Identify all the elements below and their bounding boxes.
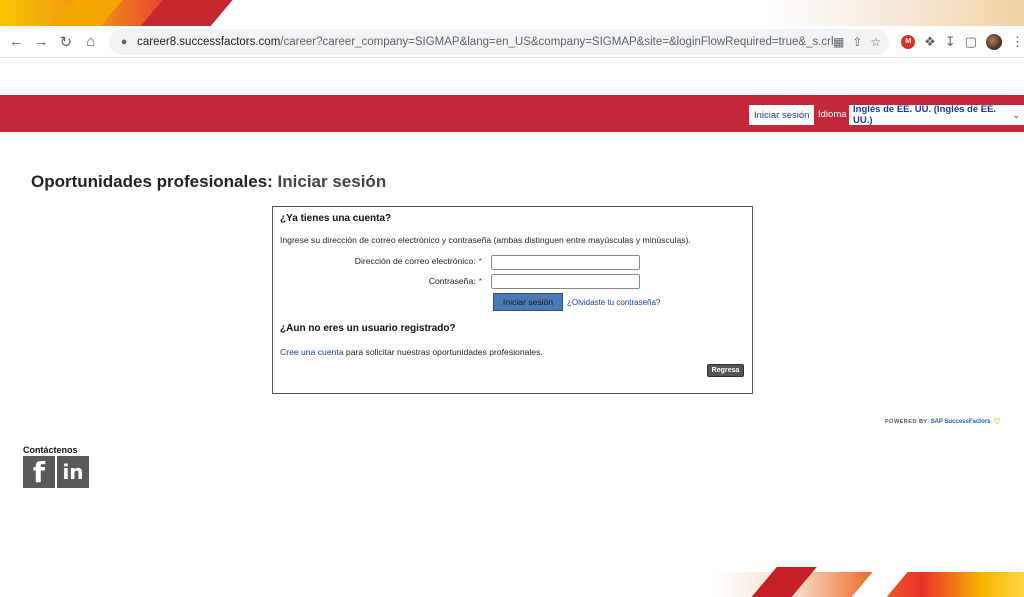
- required-mark: *: [478, 276, 482, 286]
- register-heading: ¿Aun no eres un usuario registrado?: [280, 323, 456, 334]
- extension-red-icon[interactable]: M: [901, 34, 916, 49]
- contact-label: Contáctenos: [23, 445, 78, 455]
- forgot-password-link[interactable]: ¿Olvidaste tu contraseña?: [567, 298, 660, 307]
- kebab-menu-icon[interactable]: ⋮: [1011, 34, 1024, 50]
- home-icon[interactable]: ⌂: [80, 31, 101, 53]
- page-title: Oportunidades profesionales: Iniciar ses…: [31, 172, 386, 192]
- download-icon[interactable]: ↧: [945, 34, 956, 50]
- email-label-text: Dirección de correo electrónico:: [354, 256, 476, 266]
- browser-toolbar: ← → ↻ ⌂ ● career8.successfactors.com/car…: [0, 26, 1024, 58]
- facebook-icon[interactable]: f: [23, 456, 55, 489]
- translate-icon[interactable]: ▦: [833, 35, 844, 49]
- page-title-sub: Iniciar sesión: [277, 172, 387, 191]
- decorative-swoosh: [843, 567, 912, 597]
- decorative-swoosh: [743, 567, 817, 597]
- sidepanel-icon[interactable]: ▢: [965, 34, 977, 50]
- signin-button[interactable]: Iniciar sesión: [493, 293, 563, 311]
- password-label-text: Contraseña:: [428, 276, 476, 286]
- successfactors-heart-icon: ♡: [993, 417, 1002, 426]
- back-arrow-icon[interactable]: ←: [6, 31, 27, 53]
- required-mark: *: [478, 256, 482, 266]
- register-text: para solicitar nuestras oportunidades pr…: [343, 347, 543, 357]
- password-label: Contraseña: *: [429, 276, 482, 286]
- email-label: Dirección de correo electrónico: *: [355, 256, 482, 266]
- page: ← → ↻ ⌂ ● career8.successfactors.com/car…: [0, 0, 1024, 597]
- lock-icon[interactable]: ●: [117, 35, 131, 49]
- create-account-link[interactable]: Cree una cuenta: [280, 347, 344, 357]
- page-title-main: Oportunidades profesionales:: [31, 172, 273, 191]
- address-bar[interactable]: ● career8.successfactors.com/career?care…: [109, 28, 890, 55]
- header-signin-link[interactable]: Iniciar sesión: [749, 105, 815, 125]
- email-field[interactable]: [491, 255, 640, 270]
- sap-successfactors-logo: SAP SuccessFactors: [930, 418, 991, 425]
- login-panel: ¿Ya tienes una cuenta? Ingrese su direcc…: [272, 206, 753, 394]
- forward-arrow-icon[interactable]: →: [31, 31, 52, 53]
- puzzle-icon[interactable]: ❖: [924, 34, 936, 50]
- language-select[interactable]: Inglés de EE. UU. (Inglés de EE. UU.) ⌄: [849, 104, 1024, 126]
- back-button[interactable]: Regresa: [707, 364, 744, 377]
- password-field[interactable]: [491, 274, 640, 289]
- url-host: career8.successfactors.com: [137, 35, 281, 48]
- account-heading: ¿Ya tienes una cuenta?: [280, 213, 392, 224]
- language-label: Idioma: [818, 109, 847, 120]
- url-path: /career?career_company=SIGMAP&lang=en_US…: [280, 35, 833, 48]
- chevron-down-icon: ⌄: [1012, 109, 1020, 120]
- decorative-bottom-stripe: [0, 567, 1024, 597]
- register-line: Cree una cuenta para solicitar nuestras …: [280, 347, 543, 357]
- url-text[interactable]: career8.successfactors.com/career?career…: [137, 36, 833, 48]
- login-instructions: Ingrese su dirección de correo electróni…: [280, 235, 691, 245]
- profile-avatar[interactable]: [985, 33, 1002, 50]
- powered-by-label: POWERED BY: [885, 418, 928, 425]
- language-selected-value: Inglés de EE. UU. (Inglés de EE. UU.): [853, 104, 997, 126]
- reload-icon[interactable]: ↻: [56, 31, 77, 53]
- bookmark-star-icon[interactable]: ☆: [870, 35, 881, 49]
- decorative-top-stripe: [0, 0, 1024, 40]
- linkedin-icon[interactable]: in: [57, 456, 89, 488]
- share-icon[interactable]: ⇧: [852, 35, 862, 49]
- powered-by: POWERED BY SAP SuccessFactors ♡: [885, 417, 1001, 426]
